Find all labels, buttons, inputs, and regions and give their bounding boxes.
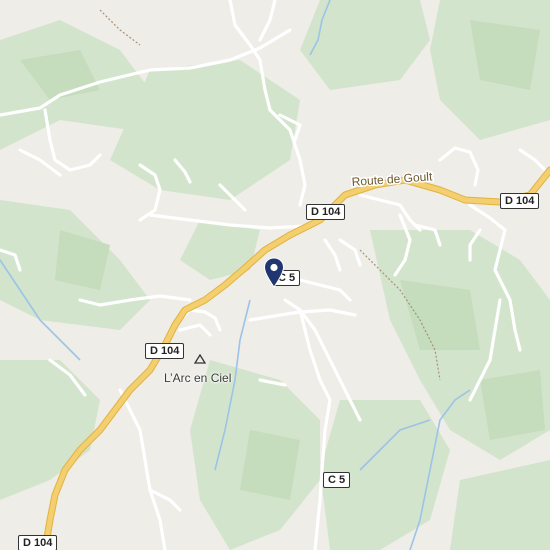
- campsite-triangle-icon: [194, 354, 206, 364]
- route-shield-d104: D 104: [145, 343, 185, 359]
- route-shield-d104: D 104: [500, 193, 540, 209]
- map-view[interactable]: Route de Goult D 104 D 104 D 104 D 104 C…: [0, 0, 550, 550]
- place-label[interactable]: L’Arc en Ciel: [164, 371, 231, 385]
- route-shield-d104: D 104: [18, 535, 58, 550]
- route-shield-d104: D 104: [306, 204, 346, 220]
- location-pin-icon[interactable]: [263, 257, 285, 289]
- route-shield-c5: C 5: [323, 472, 351, 488]
